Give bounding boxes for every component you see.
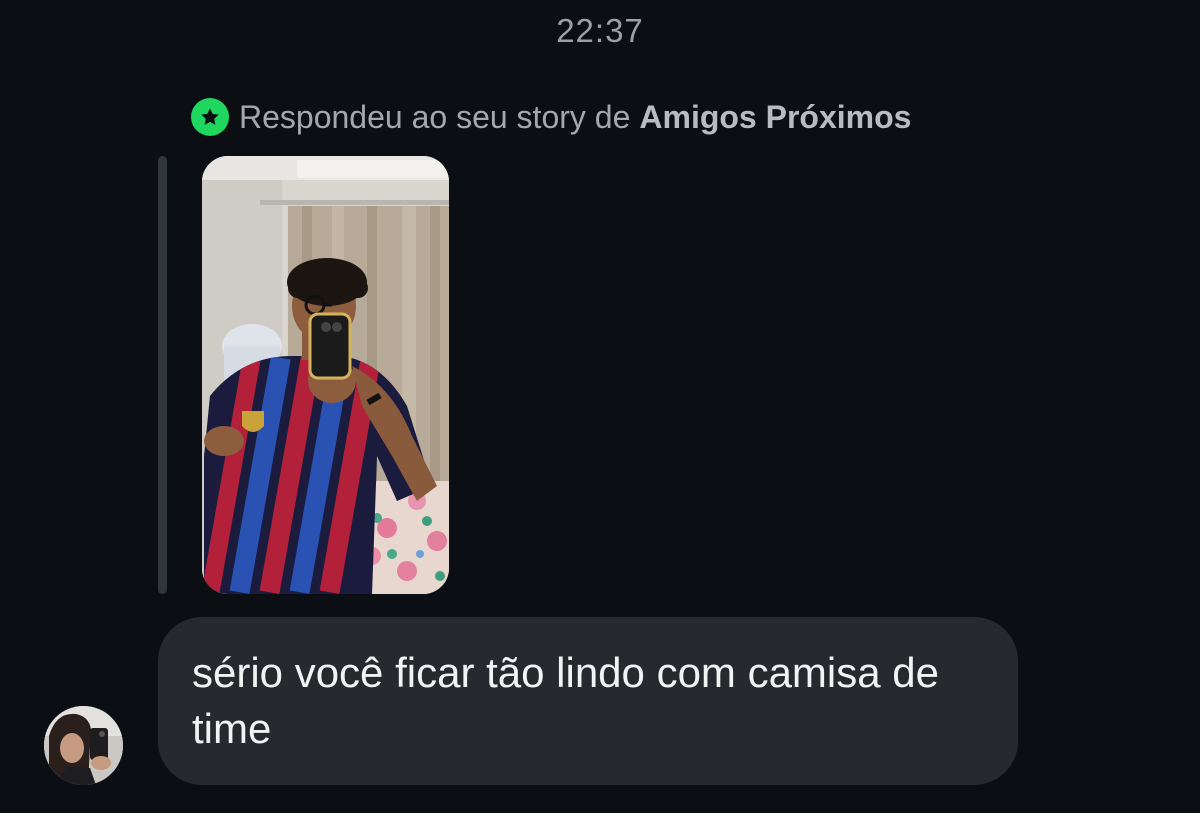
close-friends-badge [191, 98, 229, 136]
reply-quote-bar [158, 156, 167, 594]
story-photo [202, 156, 449, 594]
message-bubble[interactable]: sério você ficar tão lindo com camisa de… [158, 617, 1018, 785]
chat-screen: 22:37 Respondeu ao seu story de Amigos P… [0, 0, 1200, 813]
story-reply-label: Respondeu ao seu story de Amigos Próximo… [191, 98, 911, 136]
story-reply-prefix: Respondeu ao seu story de [239, 98, 631, 135]
star-icon [201, 108, 219, 125]
sender-avatar[interactable] [44, 706, 123, 785]
message-text: sério você ficar tão lindo com camisa de… [192, 649, 939, 752]
message-timestamp: 22:37 [556, 12, 644, 49]
avatar-photo [44, 706, 123, 785]
story-audience-name: Amigos Próximos [639, 98, 912, 135]
story-thumbnail[interactable] [202, 156, 449, 594]
